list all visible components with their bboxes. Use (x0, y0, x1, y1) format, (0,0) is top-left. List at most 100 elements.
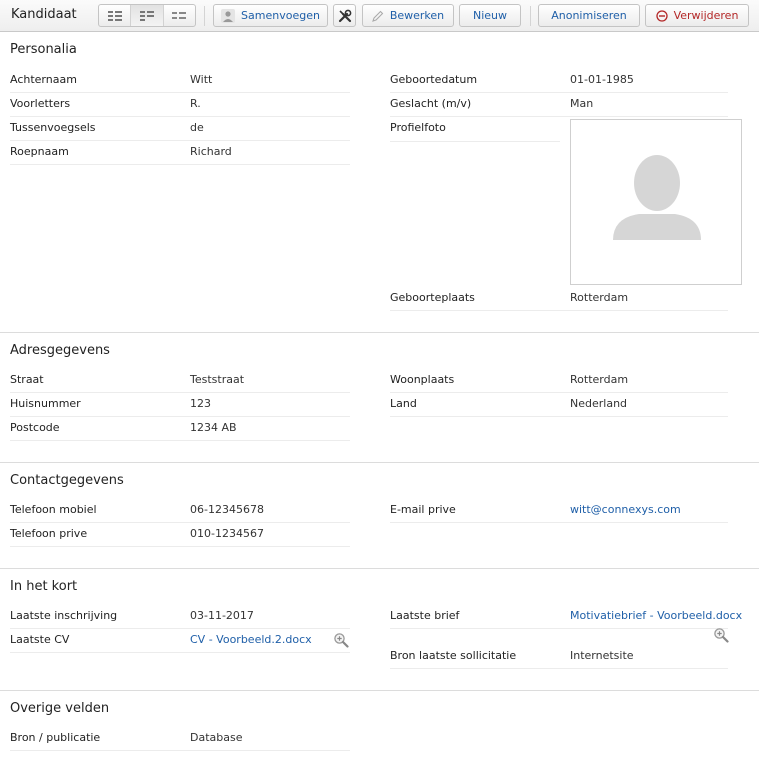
field-label: Geslacht (m/v) (390, 97, 472, 110)
field-laatste-brief: Laatste brief Motivatiebrief - Voorbeeld… (390, 605, 742, 629)
section-divider (0, 690, 759, 691)
field-value: Man (570, 97, 594, 110)
field-laatste-inschrijving: Laatste inschrijving 03-11-2017 (10, 605, 350, 629)
field-achternaam: Achternaam Witt (10, 69, 350, 93)
field-value: Rotterdam (570, 373, 629, 386)
field-email-prive: E-mail prive witt@connexys.com (390, 499, 728, 523)
field-value: 06-12345678 (190, 503, 264, 516)
field-value: Internetsite (570, 649, 634, 662)
field-value: Witt (190, 73, 213, 86)
field-value: 01-01-1985 (570, 73, 634, 86)
minus-circle-icon (655, 9, 668, 22)
field-label: Geboortedatum (390, 73, 478, 86)
edit-button[interactable]: Bewerken (362, 4, 454, 27)
field-label: Land (390, 397, 417, 410)
section-divider (0, 462, 759, 463)
profile-photo[interactable] (570, 119, 742, 285)
anonymize-button[interactable]: Anonimiseren (538, 4, 640, 27)
field-label: Laatste CV (10, 633, 70, 646)
field-label: Telefoon mobiel (10, 503, 97, 516)
field-value: de (190, 121, 204, 134)
field-label: Voorletters (10, 97, 71, 110)
field-land: Land Nederland (390, 393, 728, 417)
view-compact-button[interactable] (130, 5, 163, 26)
field-roepnaam: Roepnaam Richard (10, 141, 350, 165)
field-label: Telefoon prive (10, 527, 88, 540)
field-value: 1234 AB (190, 421, 237, 434)
new-button-label: Nieuw (472, 9, 508, 22)
field-geslacht: Geslacht (m/v) Man (390, 93, 728, 117)
user-icon (221, 8, 236, 23)
merge-button[interactable]: Samenvoegen (213, 4, 328, 27)
field-value: 123 (190, 397, 211, 410)
field-bron-laatste-sollicitatie: Bron laatste sollicitatie Internetsite (390, 645, 728, 669)
section-title-personalia: Personalia (10, 42, 77, 57)
list-view-icon (172, 11, 187, 19)
compact-view-icon (139, 10, 154, 21)
toolbar: Kandidaat Samenvoegen Bewerken Nieuw Ano… (0, 0, 759, 32)
section-title-in-het-kort: In het kort (10, 579, 78, 594)
email-link[interactable]: witt@connexys.com (570, 503, 681, 516)
field-tussenvoegsels: Tussenvoegsels de (10, 117, 350, 141)
edit-button-label: Bewerken (389, 9, 445, 22)
view-list-button[interactable] (162, 5, 195, 26)
field-label: Laatste brief (390, 609, 460, 622)
new-button[interactable]: Nieuw (459, 4, 521, 27)
tools-button[interactable] (333, 4, 356, 27)
field-straat: Straat Teststraat (10, 369, 350, 393)
field-label: Geboorteplaats (390, 291, 475, 304)
field-label: Profielfoto (390, 121, 446, 134)
view-mode-group (98, 4, 196, 27)
avatar-placeholder-icon (613, 155, 701, 240)
zoom-in-icon[interactable] (333, 632, 349, 648)
field-laatste-cv: Laatste CV CV - Voorbeeld.2.docx (10, 629, 350, 653)
field-profielfoto: Profielfoto (390, 117, 560, 142)
field-label: Bron laatste sollicitatie (390, 649, 517, 662)
pencil-icon (371, 10, 384, 22)
field-label: Woonplaats (390, 373, 455, 386)
field-telefoon-prive: Telefoon prive 010-1234567 (10, 523, 350, 547)
section-title-contactgegevens: Contactgegevens (10, 473, 124, 488)
field-value: 03-11-2017 (190, 609, 254, 622)
delete-button-label: Verwijderen (673, 9, 739, 22)
field-label: Huisnummer (10, 397, 81, 410)
field-geboortedatum: Geboortedatum 01-01-1985 (390, 69, 728, 93)
zoom-in-icon[interactable] (713, 627, 729, 643)
field-label: Postcode (10, 421, 60, 434)
field-value: Nederland (570, 397, 628, 410)
field-label: Achternaam (10, 73, 77, 86)
field-value: Richard (190, 145, 232, 158)
field-label: Straat (10, 373, 44, 386)
field-value: Teststraat (190, 373, 245, 386)
section-title-adresgegevens: Adresgegevens (10, 343, 110, 358)
page-title: Kandidaat (11, 7, 77, 22)
anonymize-button-label: Anonimiseren (551, 9, 627, 22)
merge-button-label: Samenvoegen (241, 9, 320, 22)
field-postcode: Postcode 1234 AB (10, 417, 350, 441)
field-value: Rotterdam (570, 291, 629, 304)
section-divider (0, 332, 759, 333)
field-value: Database (190, 731, 243, 744)
section-title-overige-velden: Overige velden (10, 701, 110, 716)
two-column-view-icon (107, 10, 122, 21)
field-value: 010-1234567 (190, 527, 264, 540)
wrench-screwdriver-icon (338, 9, 351, 22)
field-voorletters: Voorletters R. (10, 93, 350, 117)
field-value: R. (190, 97, 201, 110)
field-label: Bron / publicatie (10, 731, 101, 744)
section-divider (0, 568, 759, 569)
cv-document-link[interactable]: CV - Voorbeeld.2.docx (190, 633, 312, 646)
field-label: Laatste inschrijving (10, 609, 118, 622)
delete-button[interactable]: Verwijderen (645, 4, 749, 27)
field-huisnummer: Huisnummer 123 (10, 393, 350, 417)
toolbar-separator (204, 6, 205, 26)
view-two-column-button[interactable] (99, 5, 130, 26)
field-label: Tussenvoegsels (10, 121, 96, 134)
toolbar-separator (530, 6, 531, 26)
field-geboorteplaats: Geboorteplaats Rotterdam (390, 287, 728, 311)
field-label: Roepnaam (10, 145, 69, 158)
field-telefoon-mobiel: Telefoon mobiel 06-12345678 (10, 499, 350, 523)
field-woonplaats: Woonplaats Rotterdam (390, 369, 728, 393)
motivation-letter-link[interactable]: Motivatiebrief - Voorbeeld.docx (570, 609, 742, 622)
field-bron-publicatie: Bron / publicatie Database (10, 727, 350, 751)
